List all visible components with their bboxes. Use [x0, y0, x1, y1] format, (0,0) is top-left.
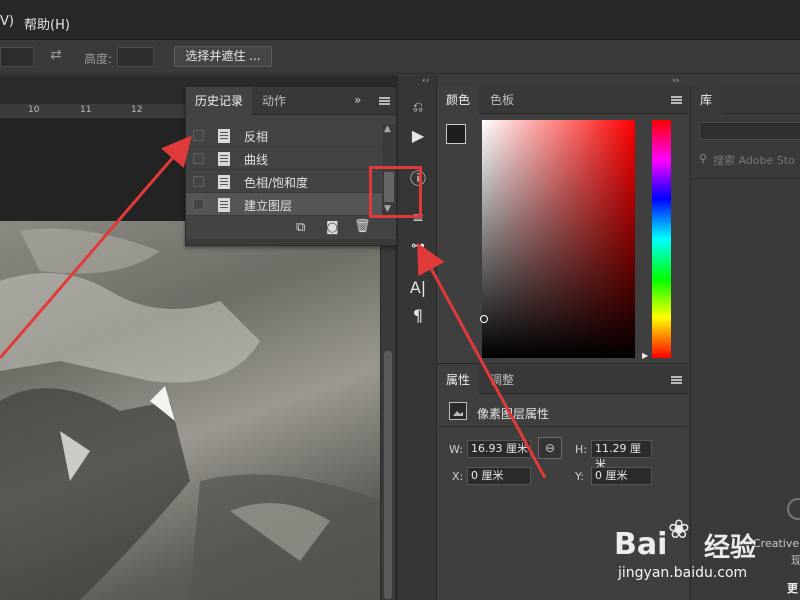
paw-icon: ❀: [668, 515, 690, 545]
baidu-watermark: Bai ❀ 经验 jingyan.baidu.com: [612, 515, 800, 595]
watermark-url: jingyan.baidu.com: [618, 565, 748, 581]
annotation-arrow: [0, 135, 192, 359]
watermark-brand-left: Bai: [614, 527, 668, 562]
annotation-arrows: [0, 135, 547, 479]
annotation-arrow: [417, 242, 547, 479]
watermark-brand-right: 经验: [704, 533, 757, 563]
